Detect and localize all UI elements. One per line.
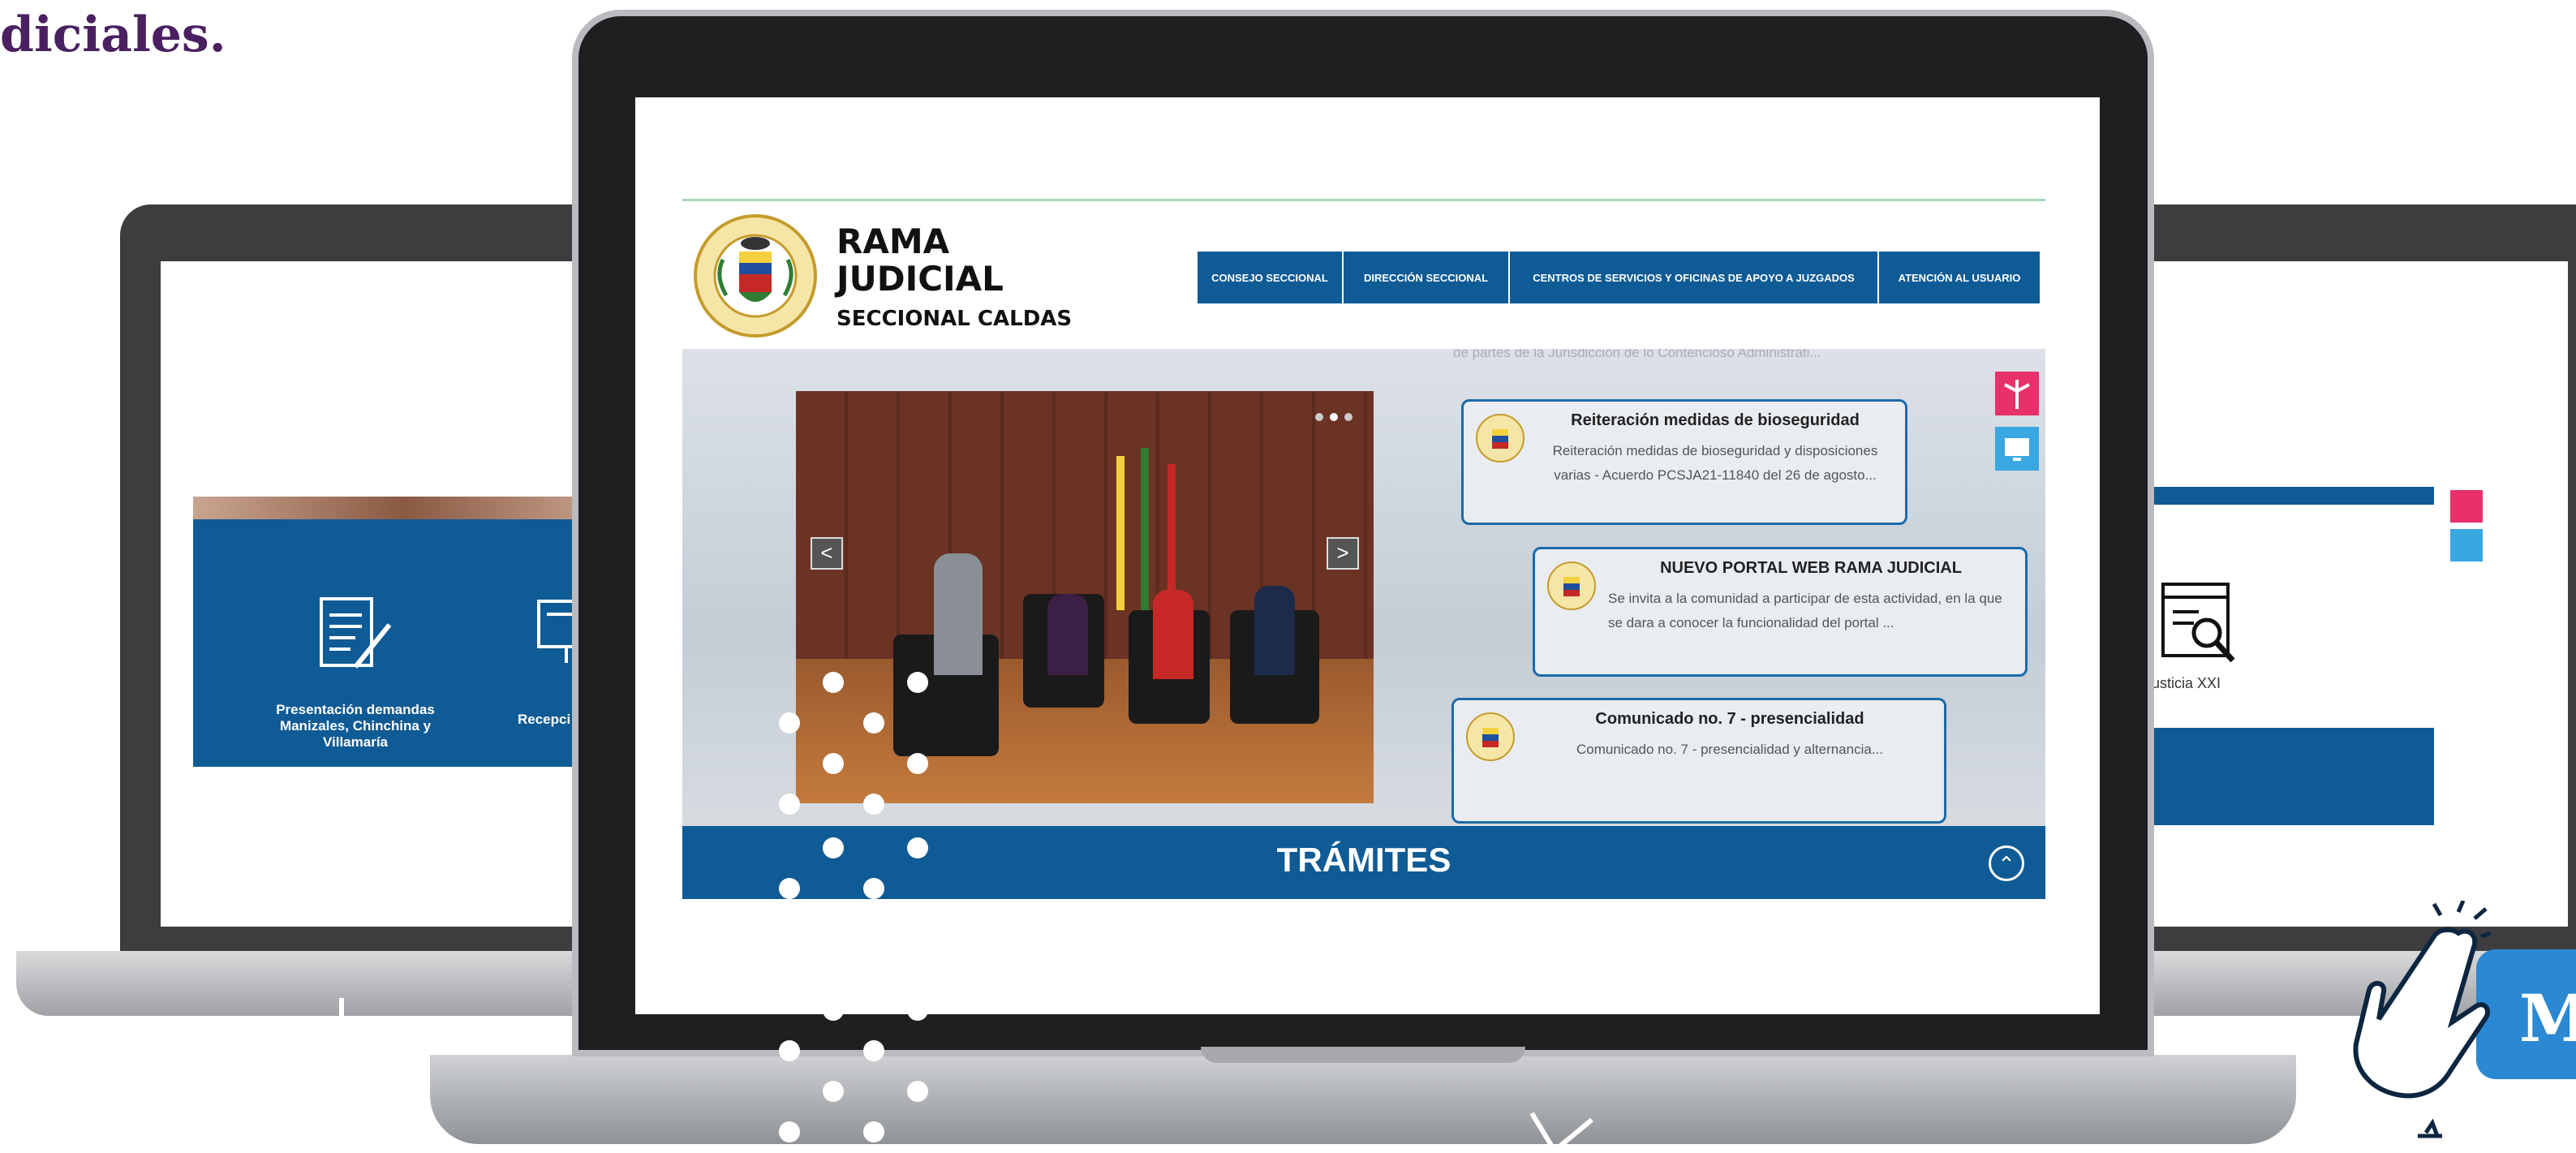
main-laptop-notch <box>1201 1047 1525 1063</box>
left-laptop-screen: Presentación demandas Manizales, Chinchi… <box>161 261 615 927</box>
pink-side-icon[interactable] <box>1995 372 2039 415</box>
main-laptop-base <box>430 1055 2296 1144</box>
news-body: Reiteración medidas de bioseguridad y di… <box>1552 443 1878 483</box>
news-title: NUEVO PORTAL WEB RAMA JUDICIAL <box>1660 559 1962 577</box>
screen-icon <box>2005 438 2029 461</box>
brand-line-2: JUDICIAL <box>836 259 1004 299</box>
decorative-line <box>292 1048 389 1053</box>
brand-line-3: SECCIONAL CALDAS <box>836 307 1073 331</box>
left-laptop-base <box>16 951 617 1016</box>
news-card-portal-web[interactable]: NUEVO PORTAL WEB RAMA JUDICIAL Se invita… <box>1533 547 2028 677</box>
faded-news-text: de partes de la Jurisdicción de lo Conte… <box>1453 349 1821 360</box>
tile-label-demandas[interactable]: Presentación demandas Manizales, Chinchi… <box>266 702 445 751</box>
news-title: Reiteración medidas de bioseguridad <box>1571 411 1860 429</box>
left-laptop: Presentación demandas Manizales, Chinchi… <box>120 204 615 951</box>
caduceus-icon <box>2004 380 2030 409</box>
scroll-up-button[interactable]: ⌃ <box>1989 845 2024 881</box>
slider-dots[interactable] <box>1309 411 1353 425</box>
blue-side-icon[interactable] <box>2450 529 2483 561</box>
nav-direccion-seccional[interactable]: DIRECCIÓN SECCIONAL <box>1344 252 1510 303</box>
decorative-chevron <box>1529 1112 1593 1153</box>
search-document-icon <box>2161 583 2235 663</box>
m-badge-label: M <box>2519 980 2576 1056</box>
brand-line-1: RAMA <box>836 222 950 261</box>
website: RAMA JUDICIAL SECCIONAL CALDAS CONSEJO S… <box>682 199 2045 899</box>
nav-centros-servicios[interactable]: CENTROS DE SERVICIOS Y OFICINAS DE APOYO… <box>1510 252 1879 303</box>
pink-side-icon[interactable] <box>2450 490 2483 523</box>
nav-consejo-seccional[interactable]: CONSEJO SECCIONAL <box>1198 252 1344 303</box>
right-laptop-screen: sulta Justicia XXI <box>2109 261 2568 927</box>
rama-judicial-logo[interactable] <box>690 211 820 341</box>
document-edit-icon <box>320 597 392 669</box>
tap-hand-icon <box>2353 901 2491 1138</box>
news-card-comunicado[interactable]: Comunicado no. 7 - presencialidad Comuni… <box>1451 698 1946 824</box>
tramites-title: TRÁMITES <box>1276 841 1451 879</box>
colombia-seal-icon <box>1476 414 1525 462</box>
page-headline: diciales. <box>0 6 226 63</box>
left-blue-panel: Presentación demandas Manizales, Chinchi… <box>193 519 615 767</box>
tramites-banner: TRÁMITES ⌃ <box>682 826 2045 899</box>
news-card-bioseguridad[interactable]: Reiteración medidas de bioseguridad Reit… <box>1461 399 1907 525</box>
nav-atencion-usuario[interactable]: ATENCIÓN AL USUARIO <box>1879 252 2041 303</box>
blue-side-icon[interactable] <box>1995 427 2039 471</box>
hero-photo: < > <box>796 391 1374 803</box>
hero-section: de partes de la Jurisdicción de lo Conte… <box>682 349 2045 826</box>
colombia-seal-icon <box>1547 561 1596 610</box>
slider-prev-button[interactable]: < <box>811 537 843 570</box>
right-top-strip <box>2109 487 2434 505</box>
news-title: Comunicado no. 7 - presencialidad <box>1595 710 1864 728</box>
right-laptop: sulta Justicia XXI <box>2109 204 2576 951</box>
colombia-seal-icon <box>1466 712 1515 761</box>
main-laptop: RAMA JUDICIAL SECCIONAL CALDAS CONSEJO S… <box>572 10 2154 1056</box>
news-body: Se invita a la comunidad a participar de… <box>1608 591 2002 630</box>
right-blue-panel <box>2109 728 2434 825</box>
news-body: Comunicado no. 7 - presencialidad y alte… <box>1576 742 1883 757</box>
decorative-line <box>339 998 344 1055</box>
main-laptop-screen: RAMA JUDICIAL SECCIONAL CALDAS CONSEJO S… <box>635 97 2100 1014</box>
slider-next-button[interactable]: > <box>1327 537 1359 570</box>
